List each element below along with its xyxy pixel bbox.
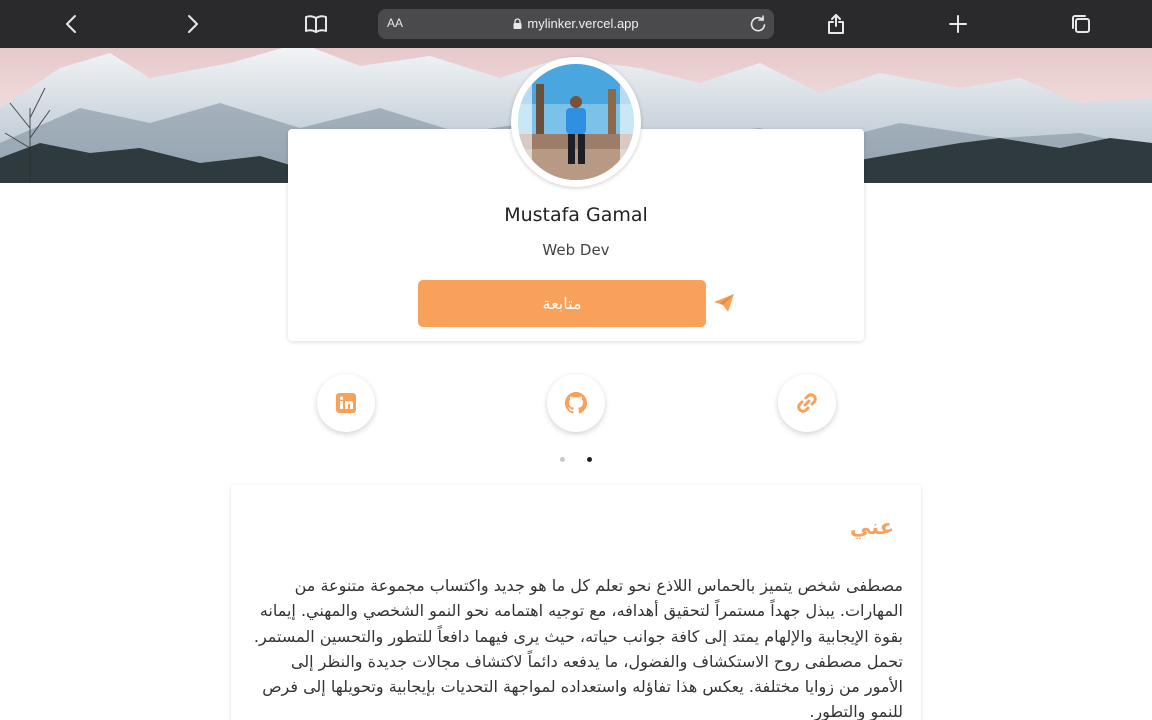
website-link[interactable] — [778, 374, 836, 432]
browser-toolbar: AA mylinker.vercel.app — [0, 0, 1152, 48]
share-icon[interactable] — [821, 9, 851, 39]
github-link[interactable] — [547, 374, 605, 432]
link-icon — [797, 393, 817, 413]
follow-button[interactable]: متابعة — [418, 280, 706, 327]
new-tab-icon[interactable] — [943, 9, 973, 39]
pager-dot-2[interactable] — [587, 457, 592, 462]
linkedin-link[interactable] — [317, 374, 375, 432]
avatar-photo — [518, 64, 634, 180]
tabs-overview-icon[interactable] — [1066, 9, 1096, 39]
pager-dot-1[interactable] — [560, 457, 565, 462]
lock-icon — [513, 18, 522, 29]
profile-name: Mustafa Gamal — [504, 204, 648, 226]
about-card: عني مصطفى شخص يتميز بالحماس اللاذع نحو ت… — [231, 485, 921, 720]
github-icon — [565, 392, 587, 414]
linkedin-icon — [336, 393, 356, 413]
about-text: مصطفى شخص يتميز بالحماس اللاذع نحو تعلم … — [253, 576, 903, 720]
profile-role: Web Dev — [542, 241, 610, 259]
forward-icon[interactable] — [178, 9, 208, 39]
address-bar[interactable]: AA mylinker.vercel.app — [378, 9, 774, 39]
back-icon[interactable] — [56, 9, 86, 39]
reload-icon[interactable] — [748, 14, 768, 34]
send-icon[interactable] — [712, 292, 736, 314]
bookmarks-icon[interactable] — [301, 9, 331, 39]
avatar[interactable] — [511, 57, 641, 187]
about-title: عني — [849, 515, 894, 539]
url-text: mylinker.vercel.app — [378, 16, 774, 31]
url-label: mylinker.vercel.app — [527, 16, 639, 31]
